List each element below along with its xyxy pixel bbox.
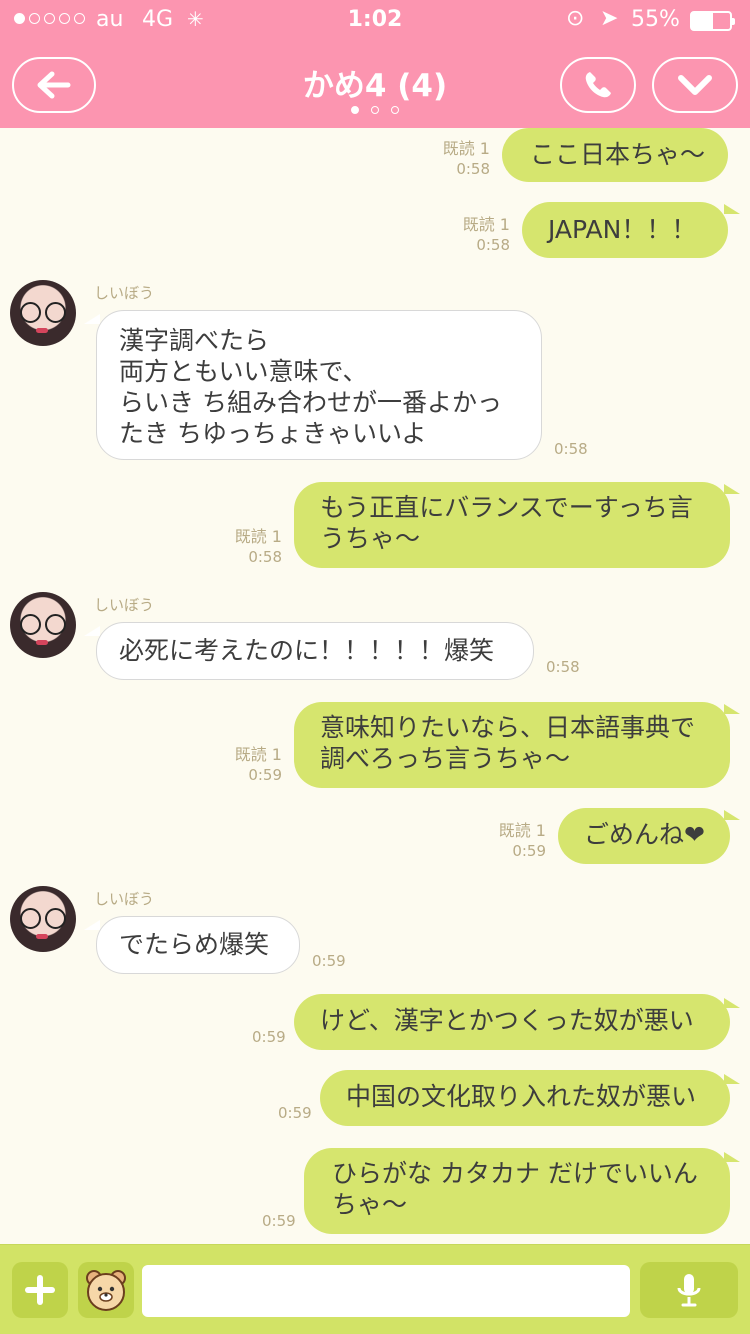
message-text: 意味知りたいなら、日本語事典で (320, 713, 696, 742)
message-text: もう正直にバランスでーすっち言 (320, 493, 693, 522)
outgoing-message-bubble[interactable]: 意味知りたいなら、日本語事典で 調べろっち言うちゃ〜 (294, 702, 730, 788)
attach-button[interactable] (12, 1262, 68, 1318)
message-text: 漢字調べたら (119, 326, 270, 355)
input-bar (0, 1244, 750, 1334)
message-text: ひらがな カタカナ だけでいいん (332, 1159, 698, 1188)
bubble-tail (724, 204, 740, 214)
message-text: JAPAN！！！ (548, 215, 697, 244)
message-time: 0:59 (262, 1212, 296, 1230)
read-receipt: 既読 1 (462, 215, 510, 234)
message-text: ごめんね❤ (584, 820, 705, 849)
message-meta: 既読 1 0:58 (420, 138, 490, 180)
message-meta: 既読 1 0:58 (440, 214, 510, 256)
bubble-tail (84, 314, 100, 324)
sender-name: しいぼう (94, 284, 155, 302)
voice-button[interactable] (640, 1262, 738, 1318)
outgoing-message-bubble[interactable]: ごめんね❤ (558, 808, 730, 864)
location-arrow-icon: ➤ (600, 6, 619, 31)
message-time: 0:59 (252, 1028, 286, 1046)
page-dot (391, 106, 399, 114)
incoming-message-bubble[interactable]: 必死に考えたのに！！！！！爆笑 (96, 622, 534, 680)
message-list[interactable]: 既読 1 0:58 ここ日本ちゃ〜 既読 1 0:58 JAPAN！！！ しいぼ… (0, 128, 750, 1244)
message-time: 0:59 (512, 842, 546, 860)
message-text: でたらめ爆笑 (119, 930, 270, 959)
rotation-lock-icon: ⊙ (566, 6, 585, 31)
outgoing-message-bubble[interactable]: けど、漢字とかつくった奴が悪い (294, 994, 730, 1050)
message-time: 0:58 (554, 440, 588, 458)
message-time: 0:59 (278, 1104, 312, 1122)
message-meta: 既読 1 0:58 (212, 526, 282, 568)
phone-icon (585, 72, 611, 98)
message-text: らいき ち組み合わせが一番よかっ (119, 388, 502, 417)
sticker-button[interactable] (78, 1262, 134, 1318)
incoming-message-bubble[interactable]: 漢字調べたら 両方ともいい意味で、 らいき ち組み合わせが一番よかっ たき ちゆ… (96, 310, 542, 460)
message-text: ここ日本ちゃ〜 (530, 140, 706, 169)
message-text: 中国の文化取り入れた奴が悪い (346, 1082, 697, 1111)
read-receipt: 既読 1 (442, 139, 490, 158)
outgoing-message-bubble[interactable]: もう正直にバランスでーすっち言 うちゃ〜 (294, 482, 730, 568)
bubble-tail (84, 920, 100, 930)
sender-name: しいぼう (94, 890, 155, 908)
message-meta: 既読 1 0:59 (212, 744, 282, 786)
call-button[interactable] (560, 57, 636, 113)
message-text: 必死に考えたのに！！！！！爆笑 (119, 636, 495, 665)
battery-percent: 55% (631, 7, 680, 32)
page-dot (371, 106, 379, 114)
outgoing-message-bubble[interactable]: ひらがな カタカナ だけでいいん ちゃ〜 (304, 1148, 730, 1234)
message-text: 両方ともいい意味で、 (119, 357, 368, 386)
incoming-message-bubble[interactable]: でたらめ爆笑 (96, 916, 300, 974)
message-time: 0:58 (248, 548, 282, 566)
message-time: 0:58 (546, 658, 580, 676)
battery-icon (690, 11, 735, 31)
message-input[interactable] (142, 1265, 630, 1317)
header-bar: au 4G ✳ 1:02 ⊙ ➤ 55% かめ4 (4) (0, 0, 750, 128)
read-receipt: 既読 1 (234, 527, 282, 546)
chat-title: かめ4 (4) (302, 68, 448, 104)
avatar[interactable] (10, 280, 76, 346)
message-meta: 既読 1 0:59 (476, 820, 546, 862)
message-text: ちゃ〜 (332, 1190, 408, 1219)
message-time: 0:59 (248, 766, 282, 784)
message-time: 0:58 (456, 160, 490, 178)
message-text: たき ちゆっちょきゃいいよ (119, 419, 427, 448)
message-time: 0:58 (476, 236, 510, 254)
sticker-icon (86, 1270, 126, 1311)
message-text: 調べろっち言うちゃ〜 (320, 744, 571, 773)
message-time: 0:59 (312, 952, 346, 970)
page-indicator (0, 106, 750, 114)
bubble-tail (84, 626, 100, 636)
chevron-down-icon (678, 75, 712, 95)
message-text: けど、漢字とかつくった奴が悪い (320, 1006, 694, 1035)
outgoing-message-bubble[interactable]: ここ日本ちゃ〜 (502, 128, 728, 182)
avatar[interactable] (10, 592, 76, 658)
status-bar: au 4G ✳ 1:02 ⊙ ➤ 55% (0, 0, 750, 40)
avatar[interactable] (10, 886, 76, 952)
outgoing-message-bubble[interactable]: JAPAN！！！ (522, 202, 728, 258)
page-dot (351, 106, 359, 114)
read-receipt: 既読 1 (234, 745, 282, 764)
microphone-icon (677, 1274, 701, 1307)
sender-name: しいぼう (94, 596, 155, 614)
menu-toggle-button[interactable] (652, 57, 738, 113)
read-receipt: 既読 1 (498, 821, 546, 840)
plus-icon (25, 1275, 55, 1305)
message-text: うちゃ〜 (320, 524, 421, 553)
outgoing-message-bubble[interactable]: 中国の文化取り入れた奴が悪い (320, 1070, 730, 1126)
